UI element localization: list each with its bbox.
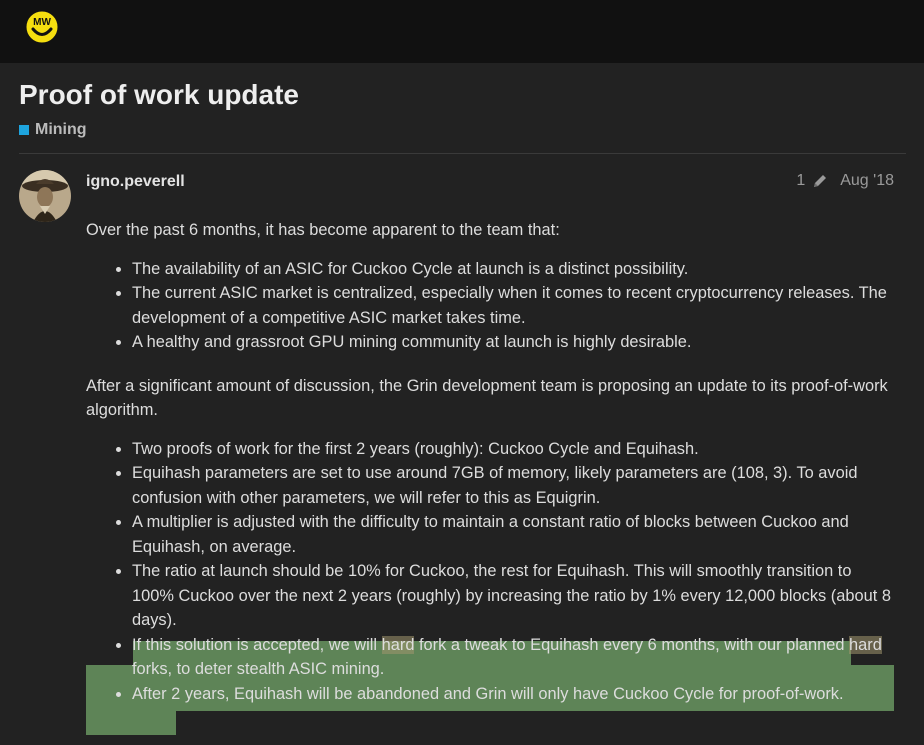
post-author[interactable]: igno.peverell	[86, 173, 185, 191]
post-proposal: After a significant amount of discussion…	[86, 376, 888, 420]
user-portrait-icon	[19, 170, 71, 222]
logo-text: MW	[33, 17, 51, 28]
category-color-square	[19, 125, 29, 135]
post-body: Over the past 6 months, it has become ap…	[86, 218, 894, 706]
post-intro: Over the past 6 months, it has become ap…	[86, 221, 560, 239]
hardfork-text-3: forks, to deter stealth ASIC mining.	[132, 660, 385, 678]
hardfork-text-1: If this solution is accepted, we will	[132, 635, 382, 654]
category-label: Mining	[35, 121, 87, 138]
list-item: Equihash parameters are set to use aroun…	[132, 461, 894, 510]
smiley-face-icon[interactable]: MW	[25, 10, 59, 44]
title-divider	[19, 153, 906, 154]
concerns-list: The availability of an ASIC for Cuckoo C…	[86, 257, 894, 355]
list-item: The current ASIC market is centralized, …	[132, 281, 894, 330]
list-item: Two proofs of work for the first 2 years…	[132, 437, 894, 462]
post-meta: 1 Aug '18	[796, 172, 894, 190]
list-item: If this solution is accepted, we will ha…	[132, 633, 894, 682]
highlight-selection	[86, 711, 176, 735]
avatar[interactable]	[19, 170, 71, 222]
highlighted-word: hard	[381, 635, 415, 654]
list-item: A multiplier is adjusted with the diffic…	[132, 510, 894, 559]
top-header-bar: MW	[0, 0, 924, 63]
category-badge[interactable]: Mining	[19, 121, 87, 139]
list-item: A healthy and grassroot GPU mining commu…	[132, 330, 894, 355]
proposal-list: Two proofs of work for the first 2 years…	[86, 437, 894, 707]
list-item: After 2 years, Equihash will be abandone…	[132, 682, 894, 707]
highlighted-word: hard	[849, 635, 882, 654]
pencil-icon	[814, 175, 827, 187]
post-date[interactable]: Aug '18	[840, 172, 894, 190]
edit-count: 1	[796, 172, 806, 189]
topic-title[interactable]: Proof of work update	[19, 79, 299, 111]
hardfork-text-2: fork a tweak to Equihash every 6 months,…	[414, 635, 850, 654]
edit-history-button[interactable]: 1	[796, 172, 840, 190]
list-item: The availability of an ASIC for Cuckoo C…	[132, 257, 894, 282]
list-item: The ratio at launch should be 10% for Cu…	[132, 559, 894, 633]
